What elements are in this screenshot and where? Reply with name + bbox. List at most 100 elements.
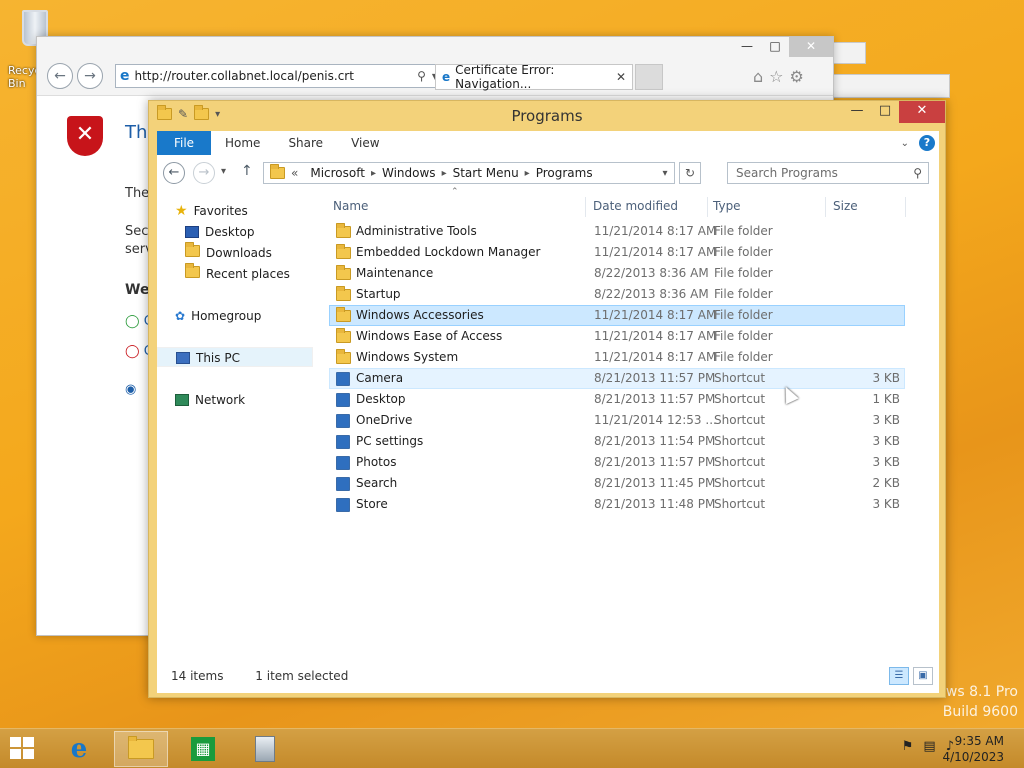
file-date: 8/21/2013 11:57 PM [594,455,716,469]
minimize-button[interactable]: — [733,37,761,57]
file-explorer-icon [128,736,154,759]
file-name: Camera [356,371,404,385]
forward-button[interactable]: → [193,162,215,184]
address-bar[interactable]: e http://router.collabnet.local/penis.cr… [115,64,467,88]
nav-desktop[interactable]: Desktop [185,222,255,242]
ribbon-tabs: File Home Share View ⌄ ? [157,131,939,155]
breadcrumb-item[interactable]: Microsoft [304,166,371,180]
nav-homegroup[interactable]: ✿ Homegroup [175,306,261,326]
explorer-window[interactable]: ✎ ▾ Programs — □ ✕ File Home Share View … [148,100,946,698]
watermark-build: Build 9600 [942,704,1018,720]
table-row[interactable]: OneDrive 11/21/2014 12:53 ... Shortcut 3 KB [329,410,905,431]
maximize-button[interactable]: □ [871,101,899,123]
recent-locations-icon[interactable]: ▾ [221,166,226,177]
breadcrumb[interactable]: « Microsoft ▸ Windows ▸ Start Menu ▸ Pro… [263,162,675,184]
file-date: 11/21/2014 8:17 AM [594,245,717,259]
back-button[interactable]: ← [163,162,185,184]
table-row[interactable]: Administrative Tools 11/21/2014 8:17 AM Fi… [329,221,905,242]
more-info-icon[interactable]: ◉ [125,382,136,397]
file-date: 8/22/2013 8:36 AM [594,266,709,280]
table-row[interactable]: Windows Ease of Access 11/21/2014 8:17 AM… [329,326,905,347]
tab-view[interactable]: View [337,131,393,155]
tab-file[interactable]: File [157,131,211,155]
breadcrumb-item[interactable]: Windows [376,166,442,180]
help-icon[interactable]: ? [919,135,935,151]
file-date: 8/22/2013 8:36 AM [594,287,709,301]
background-window[interactable] [830,74,950,98]
table-row[interactable]: Desktop 8/21/2013 11:57 PM Shortcut 1 KB [329,389,905,410]
column-divider[interactable] [825,197,826,217]
tab-close-icon[interactable]: ✕ [616,70,626,84]
file-date: 11/21/2014 8:17 AM [594,224,717,238]
search-icon: ⚲ [913,166,922,180]
ie-tab[interactable]: e Certificate Error: Navigation... ✕ [435,63,633,91]
table-row[interactable]: Startup 8/22/2013 8:36 AM File folder [329,284,905,305]
new-tab-button[interactable] [635,64,663,90]
maximize-button[interactable]: □ [761,37,789,57]
table-row[interactable]: Store 8/21/2013 11:48 PM Shortcut 3 KB [329,494,905,515]
start-button[interactable] [10,737,36,761]
nav-downloads[interactable]: Downloads [185,242,272,263]
column-divider[interactable] [585,197,586,217]
details-view-icon[interactable]: ☰ [889,667,909,685]
chevron-down-icon[interactable]: ▾ [656,168,674,179]
close-button[interactable]: ✕ [899,101,945,123]
clock-date: 4/10/2023 [942,750,1004,764]
watermark-edition: ws 8.1 Pro [945,684,1018,700]
background-window[interactable] [832,42,866,64]
back-button[interactable]: ← [47,63,73,89]
nav-recent[interactable]: Recent places [185,263,290,284]
nav-this-pc[interactable]: This PC [157,347,313,367]
forward-button[interactable]: → [77,63,103,89]
breadcrumb-overflow[interactable]: « [285,166,304,180]
file-date: 8/21/2013 11:48 PM [594,497,716,511]
column-header-type[interactable]: Type [713,193,741,219]
ie-nav-buttons: ← → [47,63,103,89]
tab-share[interactable]: Share [274,131,337,155]
navigation-bar: ← → ▾ ↑ « Microsoft ▸ Windows ▸ Start Me… [157,161,939,187]
table-row[interactable]: Windows Accessories 11/21/2014 8:17 AM Fil… [329,305,905,326]
file-name: PC settings [356,434,424,448]
column-divider[interactable] [905,197,906,217]
taskbar-app[interactable] [238,731,292,767]
up-button[interactable]: ↑ [241,163,253,179]
column-header-name[interactable]: Name [333,193,368,219]
taskbar-explorer[interactable] [114,731,168,767]
breadcrumb-item[interactable]: Programs [530,166,599,180]
file-size: 3 KB [872,455,900,469]
file-type: File folder [714,245,773,259]
taskbar-store[interactable]: ▦ [176,731,230,767]
table-row[interactable]: Search 8/21/2013 11:45 PM Shortcut 2 KB [329,473,905,494]
table-row[interactable]: Windows System 11/21/2014 8:17 AM File fol… [329,347,905,368]
ie-toolbar-icons[interactable]: ⌂☆⚙ [753,67,810,86]
refresh-button[interactable]: ↻ [679,162,701,184]
taskbar-ie[interactable]: e [52,731,106,767]
window-controls: — □ ✕ [843,101,945,123]
large-icons-view-icon[interactable]: ▣ [913,667,933,685]
table-row[interactable]: Photos 8/21/2013 11:57 PM Shortcut 3 KB [329,452,905,473]
column-header-date[interactable]: Date modified [593,193,678,219]
expand-ribbon-icon[interactable]: ⌄ [901,138,909,149]
file-size: 3 KB [872,413,900,427]
clock[interactable]: 9:35 AM 4/10/2023 [942,733,1004,765]
column-divider[interactable] [707,197,708,217]
table-row[interactable]: Embedded Lockdown Manager 11/21/2014 8:17… [329,242,905,263]
search-input[interactable]: Search Programs ⚲ [727,162,929,184]
table-row[interactable]: Maintenance 8/22/2013 8:36 AM File folder [329,263,905,284]
homegroup-icon: ✿ [175,309,186,323]
desktop-icon [185,226,199,238]
nav-favorites[interactable]: ★ Favorites [175,201,248,221]
clock-time: 9:35 AM [954,734,1004,748]
nav-network[interactable]: Network [175,390,245,410]
ie-icon: e [70,734,88,764]
file-date: 11/21/2014 12:53 ... [594,413,717,427]
table-row[interactable]: Camera 8/21/2013 11:57 PM Shortcut 3 KB [329,368,905,389]
table-row[interactable]: PC settings 8/21/2013 11:54 PM Shortcut 3 K… [329,431,905,452]
status-selection: 1 item selected [255,669,349,683]
ie-text: The [125,186,150,201]
minimize-button[interactable]: — [843,101,871,123]
close-button[interactable]: ✕ [789,37,833,57]
breadcrumb-item[interactable]: Start Menu [447,166,525,180]
column-header-size[interactable]: Size [833,193,858,219]
tab-home[interactable]: Home [211,131,274,155]
